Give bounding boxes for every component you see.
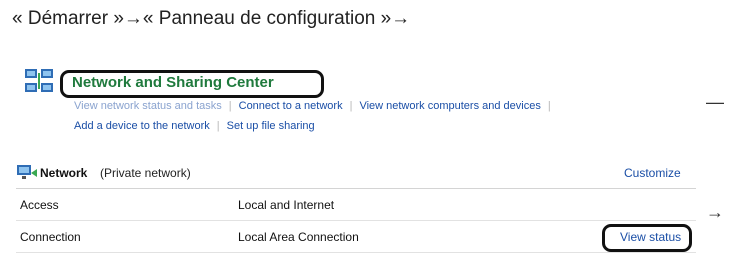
network-header: Network (Private network) Customize <box>16 160 696 189</box>
link-separator: | <box>228 100 232 112</box>
right-arrow: → <box>706 202 724 222</box>
access-value: Local and Internet <box>238 198 335 212</box>
view-network-computers-link[interactable]: View network computers and devices <box>359 100 540 112</box>
access-label: Access <box>20 198 59 212</box>
table-row: Access Local and Internet <box>16 190 696 221</box>
link-separator: | <box>547 100 551 112</box>
connection-label: Connection <box>20 230 81 244</box>
link-separator: | <box>349 100 353 112</box>
connect-to-network-link[interactable]: Connect to a network <box>239 100 343 112</box>
set-up-file-sharing-link[interactable]: Set up file sharing <box>227 120 315 132</box>
table-row: Connection Local Area Connection View st… <box>16 222 696 253</box>
link-separator: | <box>216 120 220 132</box>
view-status-link[interactable]: View status <box>620 230 681 244</box>
task-links-row-2: Add a device to the network | Set up file … <box>74 120 315 132</box>
view-network-status-link[interactable]: View network status and tasks <box>74 100 222 112</box>
network-icon <box>17 165 37 179</box>
breadcrumb: « Démarrer »→« Panneau de configuration … <box>12 8 411 29</box>
page-title: Network and Sharing Center <box>72 74 274 91</box>
customize-link[interactable]: Customize <box>624 166 681 180</box>
task-links-row-1: View network status and tasks | Connect to… <box>74 100 558 112</box>
connection-value: Local Area Connection <box>238 230 359 244</box>
network-type: (Private network) <box>100 166 191 180</box>
add-device-link[interactable]: Add a device to the network <box>74 120 210 132</box>
network-sharing-center-icon <box>25 69 53 92</box>
network-name: Network <box>40 166 88 180</box>
trailing-dash: — <box>706 92 724 112</box>
